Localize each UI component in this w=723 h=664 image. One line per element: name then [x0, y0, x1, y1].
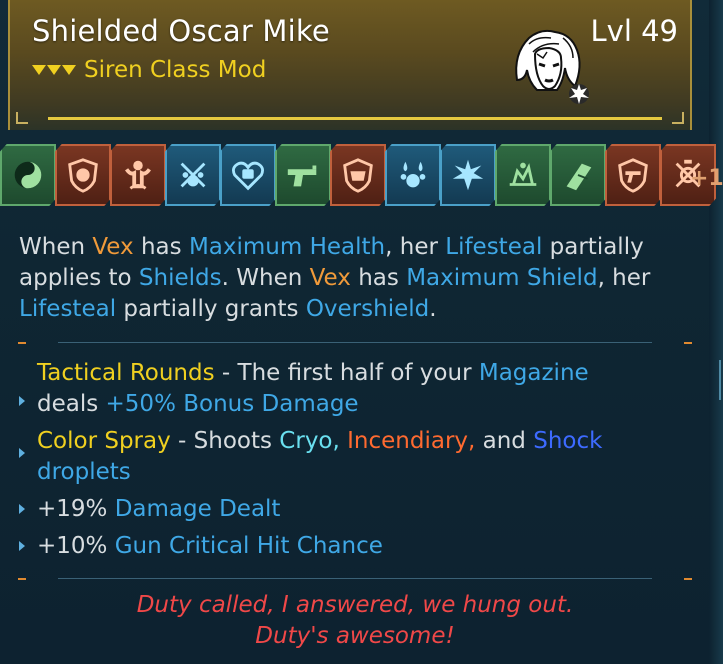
- perk-text: - The first half of your: [214, 360, 479, 386]
- section-divider: [18, 578, 692, 580]
- skill-icon-row: [0, 142, 723, 208]
- keyword-maximum-health: Maximum Health: [188, 234, 386, 260]
- crystal-skill-icon[interactable]: [550, 144, 606, 206]
- bullet-icon: [19, 504, 25, 514]
- perk-name: Tactical Rounds: [37, 360, 215, 386]
- fist-heart-skill-icon[interactable]: [220, 144, 276, 206]
- perk-text: deals: [37, 391, 106, 417]
- keyword-overshield: Overshield: [305, 296, 430, 322]
- cross-paw-skill-icon[interactable]: [165, 144, 221, 206]
- perk-crit-chance: +10% Gun Critical Hit Chance: [19, 531, 699, 562]
- desc-text: , her: [597, 265, 651, 291]
- keyword-lifesteal: Lifesteal: [19, 296, 117, 322]
- keyword-lifesteal: Lifesteal: [445, 234, 543, 260]
- rarity-bar: [48, 117, 662, 120]
- shield-mask-skill-icon[interactable]: [330, 144, 386, 206]
- item-card: Shielded Oscar Mike Lvl 49 Siren Class M…: [0, 0, 723, 664]
- keyword-bonus-damage: +50% Bonus Damage: [105, 391, 359, 417]
- keyword-shock: Shock: [533, 428, 603, 454]
- flavor-line: Duty's awesome!: [255, 623, 455, 649]
- card-edge: [709, 0, 723, 664]
- header-corner: [672, 112, 684, 124]
- desc-text: has: [133, 234, 189, 260]
- bullet-icon: [19, 396, 25, 406]
- bullet-icon: [19, 448, 25, 458]
- desc-text: partially grants: [116, 296, 306, 322]
- keyword-shields: Shields: [138, 265, 222, 291]
- item-description: When Vex has Maximum Health, her Lifeste…: [19, 232, 709, 325]
- item-header: Shielded Oscar Mike Lvl 49 Siren Class M…: [8, 0, 692, 130]
- keyword-vex: Vex: [309, 265, 351, 291]
- keyword-cryo: Cryo,: [279, 428, 340, 454]
- keyword-magazine: Magazine: [478, 360, 589, 386]
- flavor-line: Duty called, I answered, we hung out.: [136, 592, 574, 618]
- desc-text: .: [429, 296, 437, 322]
- keyword-damage-dealt: Damage Dealt: [114, 496, 281, 522]
- perk-name: Color Spray: [37, 428, 171, 454]
- flavor-text: Duty called, I answered, we hung out. Du…: [0, 590, 710, 652]
- muscle-figure-skill-icon[interactable]: [110, 144, 166, 206]
- perk-color-spray: Color Spray - Shoots Cryo, Incendiary, a…: [19, 426, 699, 488]
- keyword-droplets: droplets: [37, 459, 131, 485]
- vex-portrait-icon: [515, 29, 589, 104]
- desc-text: , her: [385, 234, 446, 260]
- shield-face-skill-icon[interactable]: [55, 144, 111, 206]
- spiky-paw-skill-icon[interactable]: [440, 144, 496, 206]
- keyword-crit-chance: Gun Critical Hit Chance: [114, 533, 383, 559]
- keyword-maximum-shield: Maximum Shield: [406, 265, 598, 291]
- perk-value: +19%: [37, 496, 115, 522]
- item-level: Lvl 49: [590, 14, 679, 48]
- keyword-vex: Vex: [92, 234, 134, 260]
- item-type-row: Siren Class Mod: [32, 57, 266, 83]
- pistol-skill-icon[interactable]: [275, 144, 331, 206]
- perk-list: Tactical Rounds - The first half of your…: [19, 358, 699, 562]
- desc-text: . When: [221, 265, 310, 291]
- rarity-chevrons-icon: [32, 65, 76, 75]
- droplets-paw-skill-icon[interactable]: [385, 144, 441, 206]
- burst-skill-icon[interactable]: [495, 144, 551, 206]
- perk-text: and: [475, 428, 534, 454]
- desc-text: has: [350, 265, 407, 291]
- yin-yang-skill-icon[interactable]: [0, 144, 56, 206]
- item-type: Siren Class Mod: [84, 57, 267, 83]
- perk-damage-dealt: +19% Damage Dealt: [19, 494, 699, 525]
- perk-tactical-rounds: Tactical Rounds - The first half of your…: [19, 358, 699, 420]
- perk-value: +10%: [37, 533, 115, 559]
- item-name: Shielded Oscar Mike: [32, 14, 330, 48]
- bullet-icon: [19, 541, 25, 551]
- perk-text: - Shoots: [170, 428, 280, 454]
- desc-text: When: [19, 234, 93, 260]
- gun-shield-skill-icon[interactable]: [605, 144, 661, 206]
- more-skills-count: +1: [690, 166, 723, 191]
- keyword-incendiary: Incendiary,: [347, 428, 476, 454]
- edge-tick: [715, 360, 721, 400]
- header-corner: [16, 112, 28, 124]
- section-divider: [18, 342, 692, 344]
